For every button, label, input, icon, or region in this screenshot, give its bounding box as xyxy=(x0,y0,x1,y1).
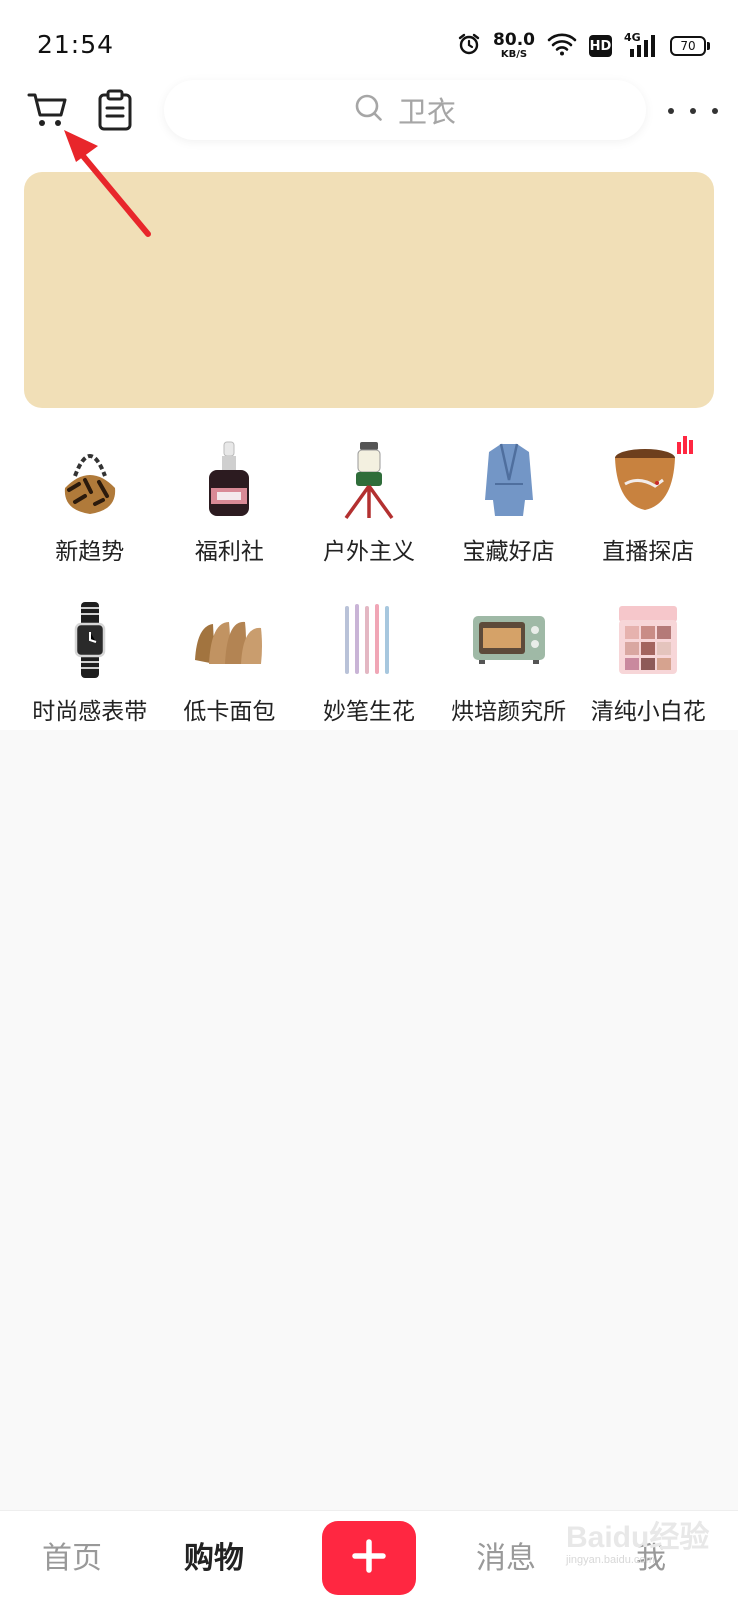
handbag-icon xyxy=(50,440,130,520)
category-label: 妙笔生花 xyxy=(322,699,415,725)
more-options-button[interactable] xyxy=(668,96,718,126)
more-dot xyxy=(668,108,674,114)
shopping-cart-button[interactable] xyxy=(26,88,70,132)
watch-icon xyxy=(50,600,130,680)
category-label: 新趋势 xyxy=(55,539,125,565)
eyeshadow-palette-icon xyxy=(608,600,688,680)
category-item[interactable]: 直播探店 xyxy=(578,436,718,566)
category-grid: 新趋势 福利社 户外主义 宝藏好店 直播探店 时尚感表带 低卡面包 妙笔生花 烘… xyxy=(20,436,718,726)
category-item[interactable]: 户外主义 xyxy=(299,440,439,566)
status-time: 21:54 xyxy=(37,30,115,59)
category-item[interactable]: 清纯小白花 xyxy=(578,600,718,726)
nav-home[interactable]: 首页 xyxy=(42,1533,102,1577)
category-label: 时尚感表带 xyxy=(32,699,148,725)
category-label: 清纯小白花 xyxy=(590,699,706,725)
category-label: 户外主义 xyxy=(322,539,415,565)
live-indicator-icon xyxy=(676,434,694,458)
category-label: 低卡面包 xyxy=(183,699,276,725)
promo-banner[interactable] xyxy=(24,172,714,408)
search-icon xyxy=(354,93,384,127)
denim-jacket-icon xyxy=(469,440,549,520)
more-dot xyxy=(712,108,718,114)
clipboard-icon xyxy=(94,89,138,136)
alarm-icon xyxy=(457,32,481,60)
battery-indicator: 70 xyxy=(670,36,710,56)
oven-icon xyxy=(469,600,549,680)
plus-icon xyxy=(351,1538,387,1578)
pens-icon xyxy=(329,600,409,680)
shopping-cart-icon xyxy=(26,93,70,136)
hd-badge: HD xyxy=(589,35,612,57)
category-item[interactable]: 新趋势 xyxy=(20,440,160,566)
category-item[interactable]: 福利社 xyxy=(160,440,300,566)
category-label: 烘培颜究所 xyxy=(451,699,567,725)
serum-bottle-icon xyxy=(189,440,269,520)
status-icons: 80.0 KB/S HD 4G 70 xyxy=(457,28,710,64)
orders-button[interactable] xyxy=(94,88,138,132)
category-item[interactable]: 妙笔生花 xyxy=(299,600,439,726)
camping-lantern-icon xyxy=(329,440,409,520)
category-label: 福利社 xyxy=(194,539,264,565)
nav-shop[interactable]: 购物 xyxy=(184,1533,244,1577)
category-label: 直播探店 xyxy=(602,539,695,565)
publish-button[interactable] xyxy=(322,1521,416,1595)
category-item[interactable]: 低卡面包 xyxy=(160,600,300,726)
search-bar[interactable]: 卫衣 xyxy=(164,80,646,140)
signal-icon: 4G xyxy=(624,31,658,59)
watermark-logo: Baidu经验 jingyan.baidu.com xyxy=(566,1521,710,1566)
wifi-icon xyxy=(547,32,577,60)
category-item[interactable]: 宝藏好店 xyxy=(439,440,579,566)
category-label: 宝藏好店 xyxy=(462,539,555,565)
network-speed: 80.0 KB/S xyxy=(493,30,535,60)
more-dot xyxy=(690,108,696,114)
category-item[interactable]: 时尚感表带 xyxy=(20,600,160,726)
bread-icon xyxy=(189,600,269,680)
status-bar: 21:54 80.0 KB/S HD 4G 70 xyxy=(0,0,738,90)
search-placeholder: 卫衣 xyxy=(397,95,456,129)
category-item[interactable]: 烘培颜究所 xyxy=(439,600,579,726)
nav-messages[interactable]: 消息 xyxy=(476,1533,536,1577)
